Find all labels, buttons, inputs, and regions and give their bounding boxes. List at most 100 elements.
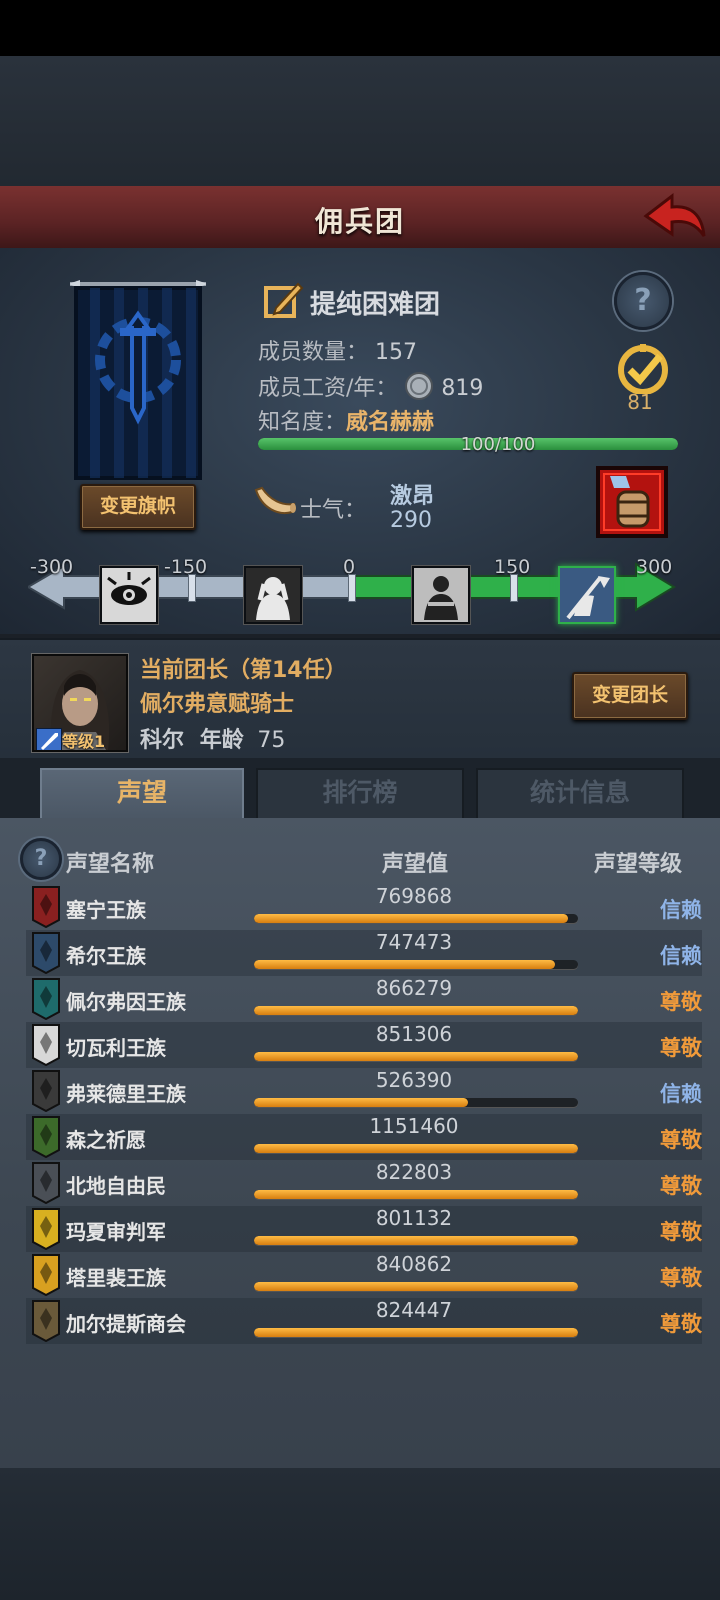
scale-label: -300 <box>30 556 74 578</box>
col-header-name: 声望名称 <box>66 852 155 877</box>
reputation-progress-fill <box>254 1144 578 1153</box>
leader-name-row: 科尔 年龄 75 <box>140 722 285 754</box>
reputation-level: 尊敬 <box>660 1036 702 1060</box>
morale-state: 激昂 <box>390 484 435 509</box>
help-icon[interactable]: ? <box>614 272 672 330</box>
status-bar <box>0 0 720 56</box>
reputation-progress-bar <box>254 914 578 923</box>
faction-crest-icon <box>32 1254 60 1296</box>
leader-name: 科尔 <box>140 728 185 753</box>
faction-name: 玛夏审判军 <box>66 1220 166 1244</box>
reputation-value: 801132 <box>375 1206 453 1230</box>
reputation-level: 信赖 <box>660 898 702 922</box>
list-item[interactable]: 佩尔弗因王族 866279 尊敬 <box>26 976 702 1022</box>
reputation-help-icon[interactable]: ? <box>20 838 62 880</box>
achievement-badge-icon[interactable] <box>612 344 674 394</box>
list-item[interactable]: 森之祈愿 1151460 尊敬 <box>26 1114 702 1160</box>
scale-tick <box>510 574 518 602</box>
leader-class: 佩尔弗意赋骑士 <box>140 692 295 717</box>
leader-age: 75 <box>257 728 286 753</box>
reputation-progress-bar <box>254 1328 578 1337</box>
reputation-progress-fill <box>254 914 569 923</box>
bottom-area <box>0 1468 720 1600</box>
banner-flag-icon <box>70 280 206 480</box>
sword-icon <box>36 728 62 750</box>
reputation-progress-fill <box>254 1282 578 1291</box>
reputation-progress-fill <box>254 1006 578 1015</box>
list-item[interactable]: 弗莱德里王族 526390 信赖 <box>26 1068 702 1114</box>
mood-paranoid-icon[interactable] <box>100 566 158 624</box>
fame-rank: 威名赫赫 <box>346 410 435 435</box>
change-banner-button[interactable]: 变更旗帜 <box>80 484 196 530</box>
reputation-level: 尊敬 <box>660 1312 702 1336</box>
members-label: 成员数量： <box>258 340 369 365</box>
leader-age-label: 年龄 <box>199 728 244 753</box>
fame-label: 知名度： <box>258 410 347 435</box>
faction-name: 弗莱德里王族 <box>66 1082 186 1106</box>
faction-crest-icon <box>32 1208 60 1250</box>
reputation-progress-bar <box>254 1236 578 1245</box>
leader-level: 等级1 <box>62 732 106 751</box>
morale-value: 290 <box>390 508 432 533</box>
reputation-value: 840862 <box>375 1252 453 1276</box>
faction-crest-icon <box>32 886 60 928</box>
reputation-progress-bar <box>254 1190 578 1199</box>
fame-progress-text: 100/100 <box>460 434 536 455</box>
members-value: 157 <box>375 340 418 365</box>
reputation-value: 824447 <box>375 1298 453 1322</box>
reputation-level: 尊敬 <box>660 1128 702 1152</box>
list-item[interactable]: 塞宁王族 769868 信赖 <box>26 884 702 930</box>
list-item[interactable]: 加尔提斯商会 824447 尊敬 <box>26 1298 702 1344</box>
faction-crest-icon <box>32 978 60 1020</box>
mood-calm-icon[interactable] <box>412 566 470 624</box>
edit-icon[interactable] <box>264 280 304 320</box>
supply-barrel-icon[interactable] <box>596 466 668 538</box>
tab-reputation[interactable]: 声望 <box>40 768 244 822</box>
change-leader-button[interactable]: 变更团长 <box>572 672 688 720</box>
faction-name: 切瓦利王族 <box>66 1036 166 1060</box>
fame-row: 知名度：威名赫赫 <box>258 404 434 436</box>
list-item[interactable]: 塔里裴王族 840862 尊敬 <box>26 1252 702 1298</box>
reputation-progress-bar <box>254 1006 578 1015</box>
reputation-progress-bar <box>254 1282 578 1291</box>
morale-label: 士气： <box>300 498 367 523</box>
reputation-progress-fill <box>254 1236 578 1245</box>
faction-name: 加尔提斯商会 <box>66 1312 186 1336</box>
reputation-value: 747473 <box>375 930 453 954</box>
reputation-value: 769868 <box>375 884 453 908</box>
tab-statistics[interactable]: 统计信息 <box>476 768 684 820</box>
faction-name: 佩尔弗因王族 <box>66 990 186 1014</box>
faction-crest-icon <box>32 1116 60 1158</box>
list-item[interactable]: 希尔王族 747473 信赖 <box>26 930 702 976</box>
reputation-value: 1151460 <box>369 1114 459 1138</box>
reputation-level: 尊敬 <box>660 1220 702 1244</box>
reputation-level: 信赖 <box>660 1082 702 1106</box>
list-item[interactable]: 切瓦利王族 851306 尊敬 <box>26 1022 702 1068</box>
back-arrow-icon[interactable] <box>642 192 706 242</box>
reputation-level: 信赖 <box>660 944 702 968</box>
top-background <box>0 56 720 186</box>
mood-despair-icon[interactable] <box>244 566 302 624</box>
wage-value: 819 <box>441 376 484 401</box>
title-bar: 佣兵团 <box>0 186 720 251</box>
wage-label: 成员工资/年： <box>258 376 398 401</box>
faction-crest-icon <box>32 1024 60 1066</box>
reputation-progress-fill <box>254 1328 578 1337</box>
leader-portrait[interactable]: 等级1 <box>32 654 128 752</box>
faction-crest-icon <box>32 1070 60 1112</box>
reputation-level: 尊敬 <box>660 1266 702 1290</box>
faction-crest-icon <box>32 1300 60 1342</box>
members-row: 成员数量： 157 <box>258 334 417 366</box>
horn-icon <box>254 486 296 514</box>
list-item[interactable]: 北地自由民 822803 尊敬 <box>26 1160 702 1206</box>
faction-name: 希尔王族 <box>66 944 146 968</box>
faction-name: 塞宁王族 <box>66 898 146 922</box>
wage-row: 成员工资/年： 819 <box>258 370 483 402</box>
scale-tick <box>188 574 196 602</box>
coin-icon <box>405 372 434 400</box>
faction-name: 森之祈愿 <box>66 1128 146 1152</box>
mood-inspired-icon[interactable] <box>558 566 616 624</box>
list-item[interactable]: 玛夏审判军 801132 尊敬 <box>26 1206 702 1252</box>
reputation-value: 822803 <box>375 1160 453 1184</box>
tab-leaderboard[interactable]: 排行榜 <box>256 768 464 820</box>
